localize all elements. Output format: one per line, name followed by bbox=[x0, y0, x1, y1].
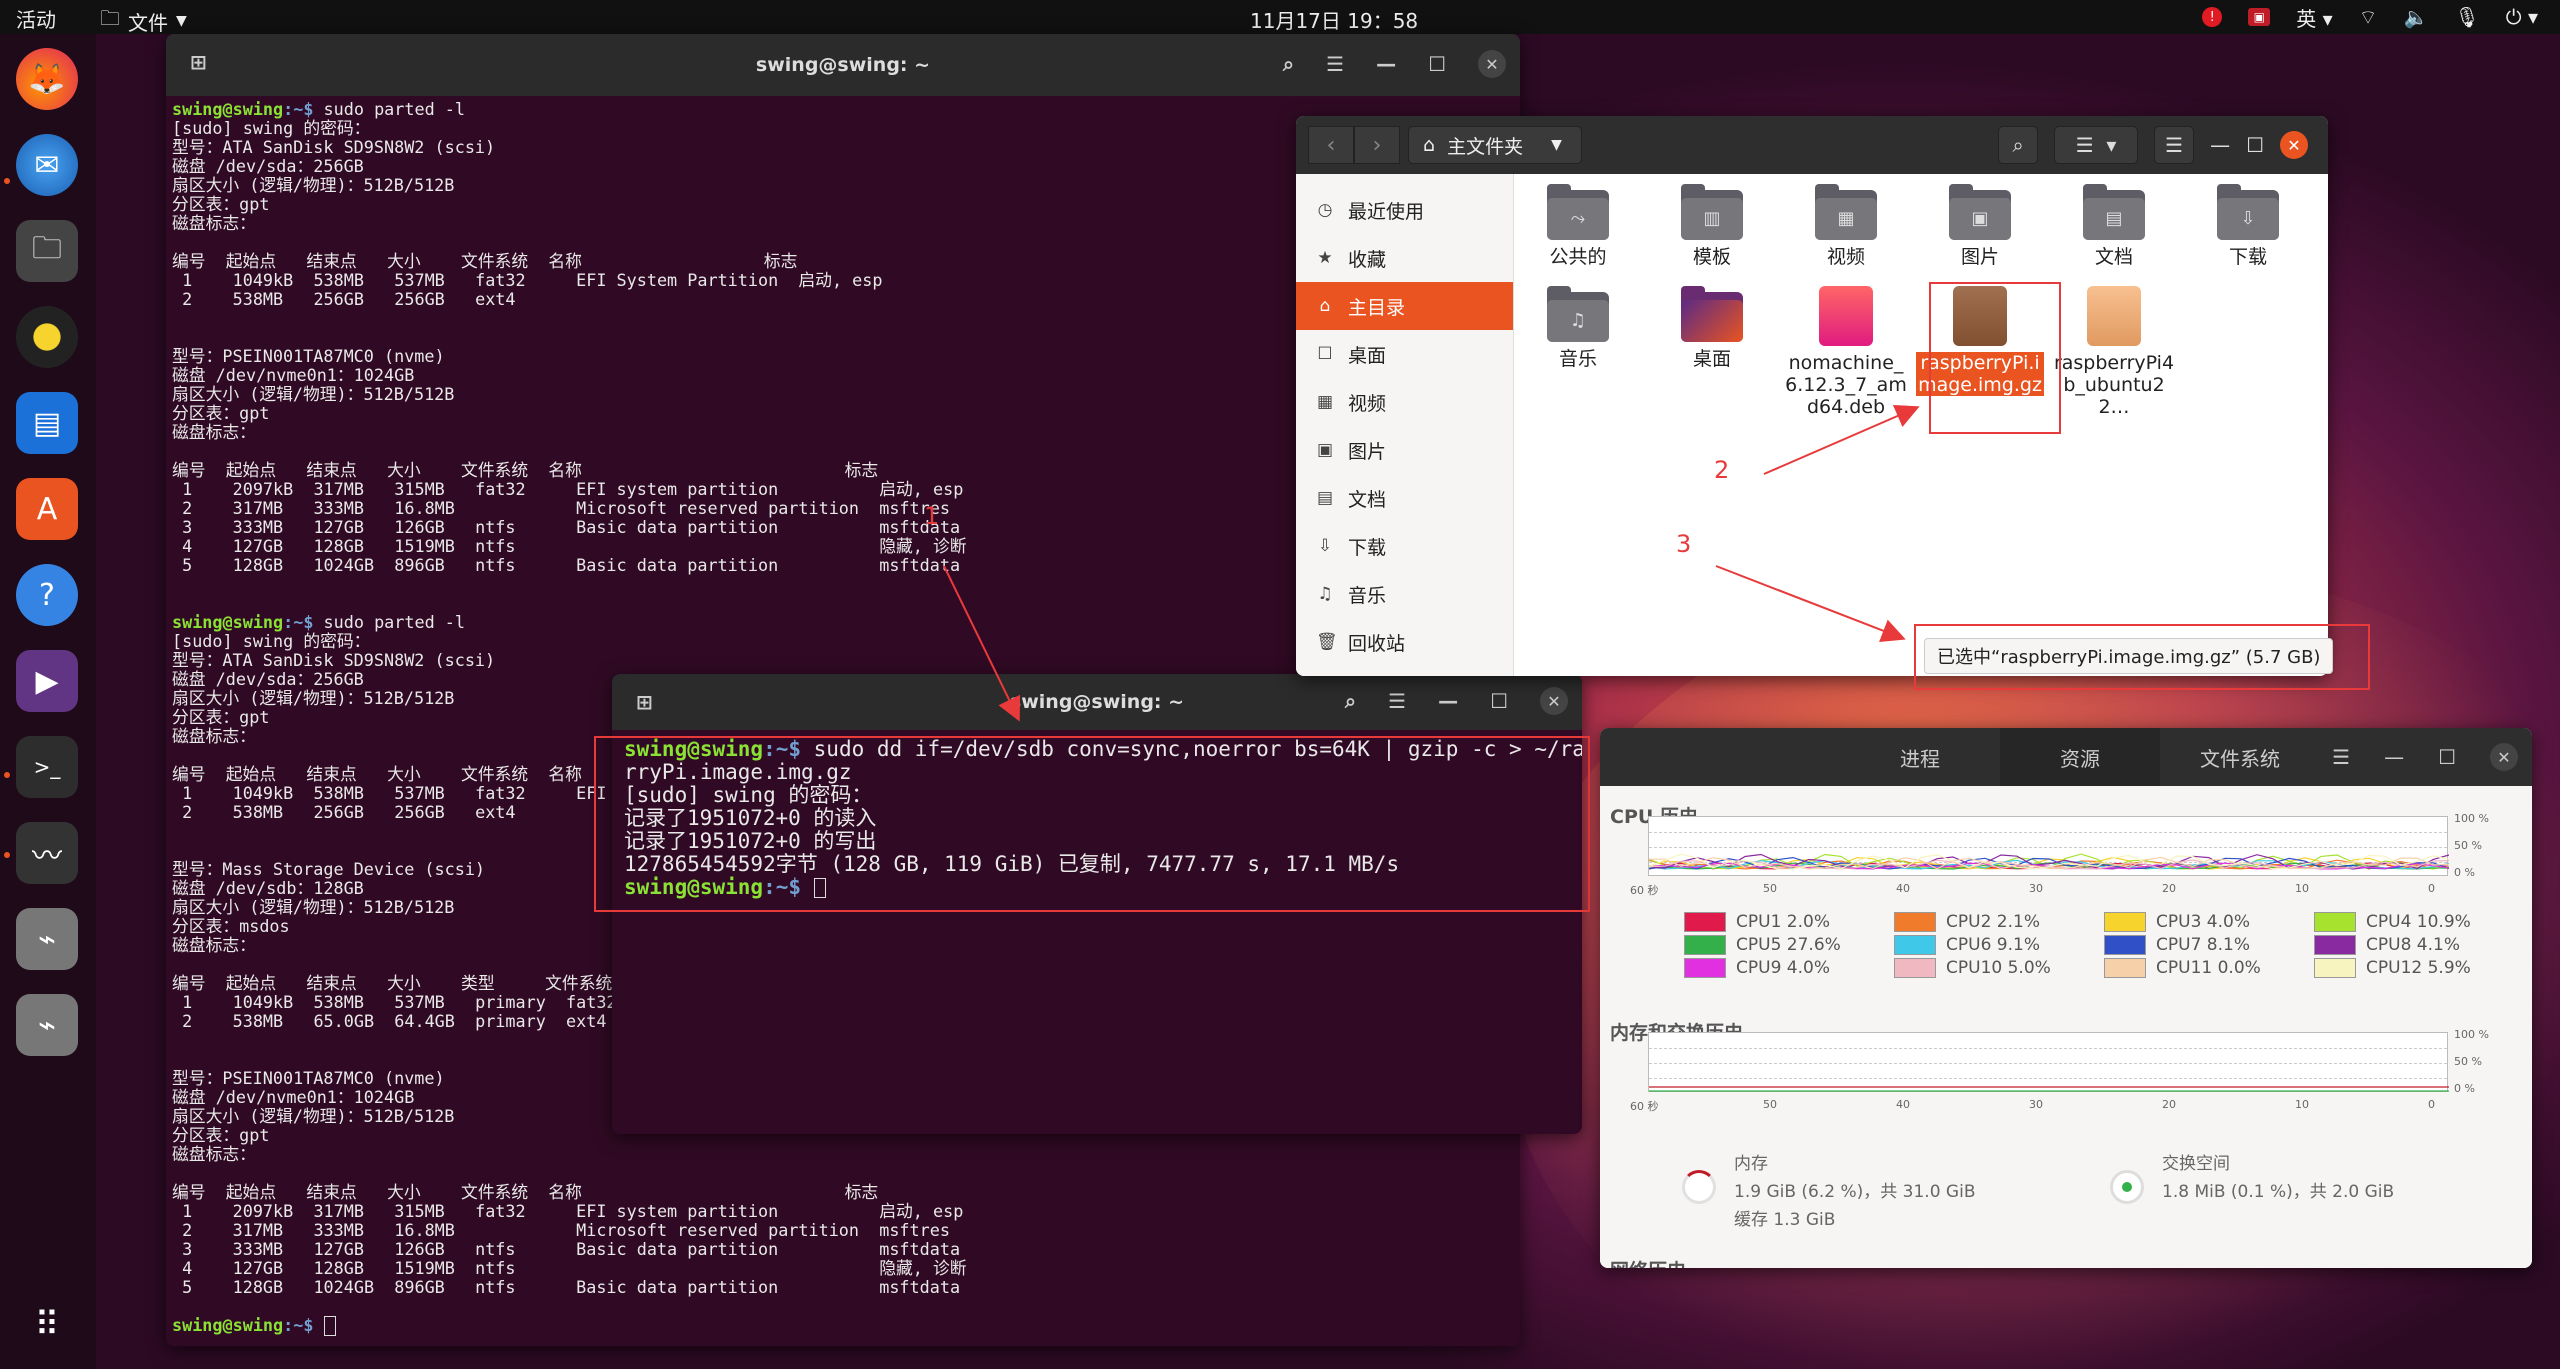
x-tick-label: 60 秒 bbox=[1630, 884, 1659, 897]
cpu-color-swatch[interactable] bbox=[1894, 912, 1936, 932]
cpu-legend-item[interactable]: CPU8 4.1% bbox=[2314, 935, 2460, 955]
cpu-color-swatch[interactable] bbox=[2104, 912, 2146, 932]
x-tick-label: 50 bbox=[1763, 1098, 1777, 1111]
y-tick-label: 0 % bbox=[2454, 866, 2475, 879]
cpu-legend-item[interactable]: CPU2 2.1% bbox=[1894, 912, 2040, 932]
x-tick-label: 0 bbox=[2428, 1098, 2435, 1111]
network-history-title: 网络历史 bbox=[1610, 1256, 1686, 1268]
x-tick-label: 20 bbox=[2162, 882, 2176, 895]
cpu-history-graph bbox=[1648, 816, 2449, 876]
swap-label: 交换空间 bbox=[2162, 1154, 2230, 1174]
y-tick-label: 50 % bbox=[2454, 839, 2482, 852]
y-tick-label: 100 % bbox=[2454, 812, 2489, 825]
cpu-legend-label: CPU10 5.0% bbox=[1946, 958, 2051, 978]
x-tick-label: 40 bbox=[1896, 882, 1910, 895]
memory-label: 内存 bbox=[1734, 1154, 1768, 1174]
swap-info: 交换空间 1.8 MiB (0.1 %)，共 2.0 GiB bbox=[2162, 1150, 2394, 1206]
cpu-color-swatch[interactable] bbox=[1894, 958, 1936, 978]
cpu-color-swatch[interactable] bbox=[2314, 912, 2356, 932]
x-tick-label: 10 bbox=[2295, 882, 2309, 895]
cpu-color-swatch[interactable] bbox=[1684, 912, 1726, 932]
cpu-legend-label: CPU2 2.1% bbox=[1946, 912, 2040, 932]
cpu-legend-label: CPU7 8.1% bbox=[2156, 935, 2250, 955]
cpu-legend-label: CPU8 4.1% bbox=[2366, 935, 2460, 955]
menu-icon[interactable]: ☰ bbox=[2332, 745, 2350, 769]
tab-filesystems[interactable]: 文件系统 bbox=[2160, 728, 2320, 786]
cpu-legend-label: CPU1 2.0% bbox=[1736, 912, 1830, 932]
cpu-legend-item[interactable]: CPU11 0.0% bbox=[2104, 958, 2261, 978]
cpu-legend-label: CPU9 4.0% bbox=[1736, 958, 1830, 978]
annotation-arrow-1 bbox=[943, 565, 1021, 722]
cpu-legend-label: CPU6 9.1% bbox=[1946, 935, 2040, 955]
x-tick-label: 50 bbox=[1763, 882, 1777, 895]
x-tick-label: 30 bbox=[2029, 882, 2043, 895]
cpu-legend-item[interactable]: CPU4 10.9% bbox=[2314, 912, 2471, 932]
minimize-icon[interactable]: — bbox=[2384, 745, 2404, 769]
cpu-legend-item[interactable]: CPU9 4.0% bbox=[1684, 958, 1830, 978]
memory-usage: 1.9 GiB (6.2 %)，共 31.0 GiB bbox=[1734, 1182, 1976, 1202]
memory-history-graph bbox=[1648, 1032, 2449, 1092]
cpu-legend-item[interactable]: CPU10 5.0% bbox=[1894, 958, 2051, 978]
cpu-color-swatch[interactable] bbox=[2314, 958, 2356, 978]
resources-panel: CPU 历史 内存和交换历史 网络历史 内存 1.9 GiB (6.2 %)，共… bbox=[1600, 786, 2532, 1268]
cpu-legend-label: CPU12 5.9% bbox=[2366, 958, 2471, 978]
y-tick-label: 50 % bbox=[2454, 1055, 2482, 1068]
swap-pie-icon[interactable] bbox=[2110, 1170, 2144, 1204]
x-tick-label: 40 bbox=[1896, 1098, 1910, 1111]
close-icon[interactable]: ✕ bbox=[2490, 743, 2518, 771]
cpu-color-swatch[interactable] bbox=[2104, 958, 2146, 978]
cpu-color-swatch[interactable] bbox=[2104, 935, 2146, 955]
cpu-legend-label: CPU4 10.9% bbox=[2366, 912, 2471, 932]
annotation-arrow-2 bbox=[1763, 404, 1920, 475]
cpu-legend-item[interactable]: CPU6 9.1% bbox=[1894, 935, 2040, 955]
x-tick-label: 0 bbox=[2428, 882, 2435, 895]
memory-pie-icon[interactable] bbox=[1682, 1170, 1716, 1204]
y-tick-label: 0 % bbox=[2454, 1082, 2475, 1095]
cpu-color-swatch[interactable] bbox=[2314, 935, 2356, 955]
cpu-legend-label: CPU3 4.0% bbox=[2156, 912, 2250, 932]
cpu-color-swatch[interactable] bbox=[1684, 958, 1726, 978]
x-tick-label: 60 秒 bbox=[1630, 1100, 1659, 1113]
tab-resources[interactable]: 资源 bbox=[2000, 728, 2160, 786]
annotation-arrow-3 bbox=[1715, 565, 1906, 642]
x-tick-label: 10 bbox=[2295, 1098, 2309, 1111]
system-monitor-headerbar[interactable]: 进程 资源 文件系统 ☰ — ☐ ✕ bbox=[1600, 728, 2532, 786]
tab-processes[interactable]: 进程 bbox=[1840, 728, 2000, 786]
cpu-legend-label: CPU5 27.6% bbox=[1736, 935, 1841, 955]
maximize-icon[interactable]: ☐ bbox=[2438, 745, 2456, 769]
cpu-legend-item[interactable]: CPU3 4.0% bbox=[2104, 912, 2250, 932]
cpu-legend-label: CPU11 0.0% bbox=[2156, 958, 2261, 978]
cpu-color-swatch[interactable] bbox=[1684, 935, 1726, 955]
x-tick-label: 20 bbox=[2162, 1098, 2176, 1111]
x-tick-label: 30 bbox=[2029, 1098, 2043, 1111]
y-tick-label: 100 % bbox=[2454, 1028, 2489, 1041]
cpu-legend-item[interactable]: CPU5 27.6% bbox=[1684, 935, 1841, 955]
cpu-color-swatch[interactable] bbox=[1894, 935, 1936, 955]
cpu-legend-item[interactable]: CPU1 2.0% bbox=[1684, 912, 1830, 932]
cpu-legend-item[interactable]: CPU7 8.1% bbox=[2104, 935, 2250, 955]
memory-cache: 缓存 1.3 GiB bbox=[1734, 1210, 1836, 1230]
memory-info: 内存 1.9 GiB (6.2 %)，共 31.0 GiB 缓存 1.3 GiB bbox=[1734, 1150, 1975, 1234]
system-monitor-window: 进程 资源 文件系统 ☰ — ☐ ✕ CPU 历史 内存和交换历史 网络历史 内… bbox=[1600, 728, 2532, 1268]
cpu-legend-item[interactable]: CPU12 5.9% bbox=[2314, 958, 2471, 978]
swap-usage: 1.8 MiB (0.1 %)，共 2.0 GiB bbox=[2162, 1182, 2395, 1202]
